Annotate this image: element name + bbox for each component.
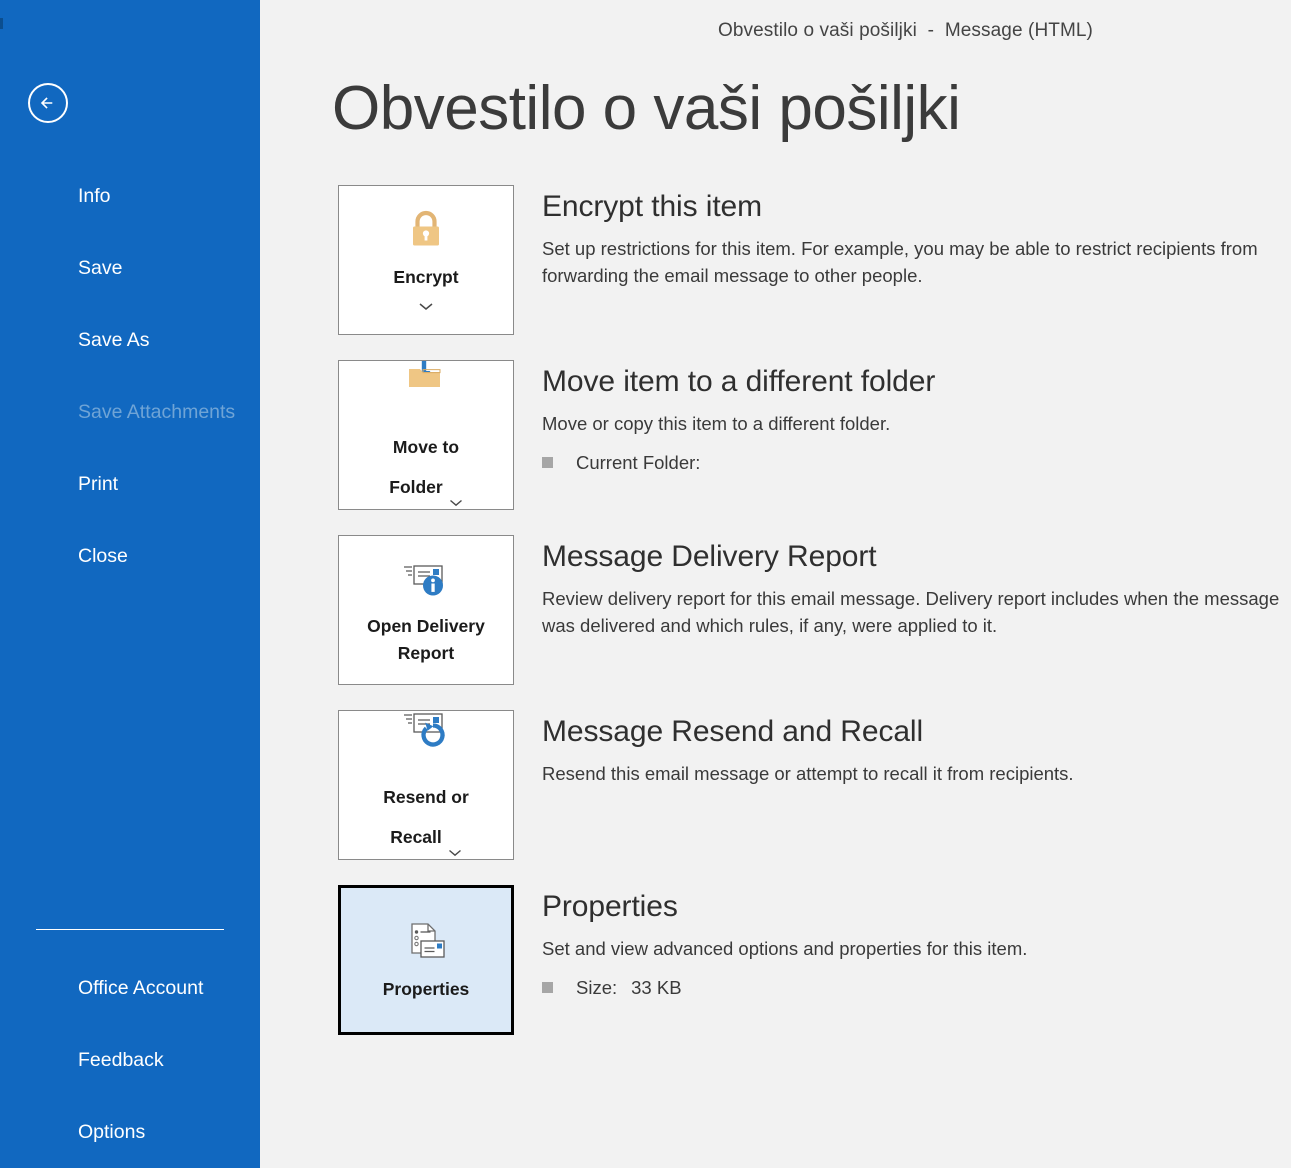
window-edge-sliver xyxy=(0,18,3,29)
backstage-main: Obvestilo o vaši pošiljki - Message (HTM… xyxy=(260,0,1291,1168)
resend-or-recall-tile-button[interactable]: Resend or Recall xyxy=(338,710,514,860)
resend-recall-section-body: Message Resend and Recall Resend this em… xyxy=(542,710,1291,788)
open-delivery-report-tile-label: Open Delivery Report xyxy=(367,615,485,663)
move-to-folder-section-body: Move item to a different folder Move or … xyxy=(542,360,1291,474)
section-delivery-report: Open Delivery Report Message Delivery Re… xyxy=(338,535,1291,685)
chevron-down-icon[interactable] xyxy=(448,811,462,865)
delivery-report-icon xyxy=(398,553,454,605)
title-bar: Obvestilo o vaši pošiljki - Message (HTM… xyxy=(520,0,1291,62)
sidebar-item-save-attachments: Save Attachments xyxy=(78,401,236,423)
chevron-down-icon[interactable] xyxy=(449,461,463,515)
resend-or-recall-tile-label: Resend or Recall xyxy=(377,757,475,866)
properties-description: Set and view advanced options and proper… xyxy=(542,938,1028,960)
properties-icon xyxy=(400,916,452,968)
properties-heading: Properties xyxy=(542,890,678,923)
page-title: Obvestilo o vaši pošiljki xyxy=(332,74,961,143)
sidebar-item-info[interactable]: Info xyxy=(0,160,260,232)
open-delivery-report-tile-button[interactable]: Open Delivery Report xyxy=(338,535,514,685)
delivery-report-heading: Message Delivery Report xyxy=(542,540,877,573)
sidebar-divider xyxy=(36,929,224,930)
sidebar-item-close[interactable]: Close xyxy=(0,520,260,592)
size-value: 33 KB xyxy=(631,976,682,998)
sidebar-item-office-account[interactable]: Office Account xyxy=(0,952,260,1024)
back-arrow-icon xyxy=(37,92,59,114)
delivery-report-description: Review delivery report for this email me… xyxy=(542,588,1280,636)
resend-recall-heading: Message Resend and Recall xyxy=(542,715,924,748)
move-to-folder-tile-button[interactable]: Move to Folder xyxy=(338,360,514,510)
size-label: Size: xyxy=(576,976,618,998)
properties-tile-label: Properties xyxy=(382,979,470,1000)
backstage-view: Info Save Save As Save Attachments Print… xyxy=(0,0,1291,1168)
properties-tile-button[interactable]: Properties xyxy=(338,885,514,1035)
backstage-sidebar: Info Save Save As Save Attachments Print… xyxy=(0,0,260,1168)
section-encrypt: Encrypt Encrypt this item Set up restric… xyxy=(338,185,1291,335)
bullet-square-icon xyxy=(542,982,553,994)
encrypt-tile-label: Encrypt xyxy=(393,267,459,288)
sidebar-nav-bottom: Office Account Feedback Options xyxy=(0,929,260,1168)
sidebar-item-save[interactable]: Save xyxy=(0,232,260,304)
encrypt-heading: Encrypt this item xyxy=(542,190,763,223)
info-sections: Encrypt Encrypt this item Set up restric… xyxy=(338,185,1291,1060)
encrypt-tile-button[interactable]: Encrypt xyxy=(338,185,514,335)
move-to-folder-tile-label: Move to Folder xyxy=(383,407,468,516)
section-move-to-folder: Move to Folder Move item to a different … xyxy=(338,360,1291,510)
delivery-report-section-body: Message Delivery Report Review delivery … xyxy=(542,535,1291,639)
bullet-square-icon xyxy=(542,457,553,469)
move-to-folder-description: Move or copy this item to a different fo… xyxy=(542,413,891,435)
current-folder-property: Current Folder: xyxy=(542,452,1291,474)
section-resend-recall: Resend or Recall Message Resend and Reca… xyxy=(338,710,1291,860)
resend-recall-description: Resend this email message or attempt to … xyxy=(542,763,1074,785)
move-to-folder-icon xyxy=(400,355,452,399)
section-properties: Properties Properties Set and view advan… xyxy=(338,885,1291,1035)
properties-section-body: Properties Set and view advanced options… xyxy=(542,885,1291,999)
sidebar-item-save-as[interactable]: Save As xyxy=(0,304,260,376)
chevron-down-icon[interactable] xyxy=(418,298,434,316)
back-button[interactable] xyxy=(28,83,68,123)
resend-recall-icon xyxy=(398,705,454,749)
window-title: Obvestilo o vaši pošiljki - Message (HTM… xyxy=(717,20,1093,41)
encrypt-description: Set up restrictions for this item. For e… xyxy=(542,238,1258,286)
sidebar-item-print[interactable]: Print xyxy=(0,448,260,520)
encrypt-section-body: Encrypt this item Set up restrictions fo… xyxy=(542,185,1291,289)
sidebar-item-options[interactable]: Options xyxy=(0,1096,260,1168)
sidebar-item-feedback[interactable]: Feedback xyxy=(0,1024,260,1096)
padlock-icon xyxy=(406,204,446,256)
sidebar-nav: Info Save Save As Save Attachments Print… xyxy=(0,160,260,592)
move-to-folder-heading: Move item to a different folder xyxy=(542,365,936,398)
current-folder-label: Current Folder: xyxy=(576,451,701,473)
size-property: Size: 33 KB xyxy=(542,977,1291,999)
